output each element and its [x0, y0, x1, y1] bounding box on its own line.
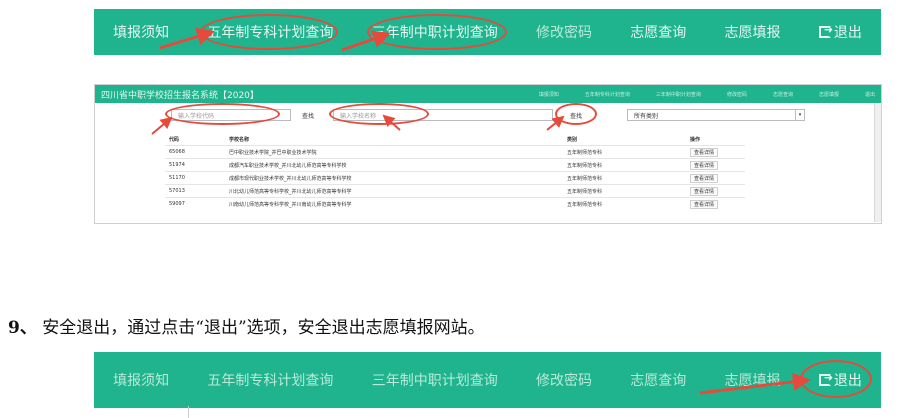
search-code-button[interactable]: 查找 [295, 109, 321, 121]
cell-name: 川北幼儿师范高等专科学校_并川北幼儿师范高等专科学 [225, 184, 563, 198]
panel-title: 四川省中职学校招生报名系统【2020】 [101, 90, 259, 101]
step-description: 安全退出，通过点击“退出”选项，安全退出志愿填报网站。 [42, 318, 485, 338]
nav-item-query[interactable]: 志愿查询 [630, 370, 686, 390]
category-select-value: 所有类别 [634, 112, 659, 120]
category-select[interactable]: 所有类别 ▾ [627, 109, 805, 121]
panel-nav-links: 填报须知 五年制专科计划查询 三年制中职计划查询 修改密码 志愿查询 志愿填报 … [539, 91, 875, 98]
cell-name: 川南幼儿师范高等专科学校_并川南幼儿师范高等专科学 [225, 197, 563, 210]
cell-category: 五年制师范专科 [563, 158, 686, 172]
nav-item-fill[interactable]: 志愿填报 [725, 22, 781, 42]
annotation-ring [800, 360, 872, 398]
view-detail-button[interactable]: 查看详情 [690, 173, 719, 183]
nav-item-three-year-plan[interactable]: 三年制中职计划查询 [372, 370, 498, 390]
cell-category: 五年制师范专科 [563, 184, 686, 198]
step-instruction: 9、 安全退出，通过点击“退出”选项，安全退出志愿填报网站。 [8, 313, 485, 338]
step-number: 9、 [8, 318, 37, 338]
school-table: 代码 学校名称 类别 操作 65068 巴中职业技术学院_并巴中职业技术学院 五… [165, 133, 745, 210]
column-header: 类别 [567, 136, 578, 143]
nav-item-change-password[interactable]: 修改密码 [536, 370, 592, 390]
cell-name: 巴中职业技术学院_并巴中职业技术学院 [225, 145, 563, 159]
column-header: 代码 [169, 136, 180, 143]
cell-code: 57013 [165, 184, 225, 198]
nav-item-logout[interactable]: 退出 [818, 22, 862, 42]
nav-item-five-year-plan[interactable]: 五年制专科计划查询 [207, 370, 333, 390]
annotation-ring [367, 14, 507, 50]
annotation-ring [329, 103, 429, 125]
table-row: 51170 成都市现代职业技术学校_并川北幼儿师范高等专科学校 五年制师范专科 … [165, 171, 745, 185]
cell-category: 五年制师范专科 [563, 145, 686, 159]
view-detail-button[interactable]: 查看详情 [690, 147, 719, 157]
cell-code: 59097 [165, 197, 225, 210]
nav-item-notice[interactable]: 填报须知 [113, 22, 169, 42]
nav-item-logout-label: 退出 [833, 25, 862, 41]
logout-icon [818, 23, 833, 38]
panel-link[interactable]: 五年制专科计划查询 [585, 91, 630, 98]
cell-name: 成都市现代职业技术学校_并川北幼儿师范高等专科学校 [225, 171, 563, 185]
cell-category: 五年制师范专科 [563, 197, 686, 210]
column-header: 操作 [690, 136, 701, 143]
panel-link[interactable]: 志愿查询 [773, 91, 793, 98]
annotation-ring [165, 103, 280, 125]
column-header: 学校名称 [229, 136, 250, 143]
annotation-ring [200, 14, 338, 50]
panel-header: 四川省中职学校招生报名系统【2020】 填报须知 五年制专科计划查询 三年制中职… [95, 85, 881, 103]
cell-code: 65068 [165, 145, 225, 159]
cell-name: 成都汽车职业技术学校_并川北幼儿师范高等专科学校 [225, 158, 563, 172]
table-header-row: 代码 学校名称 类别 操作 [165, 133, 745, 146]
nav-item-notice[interactable]: 填报须知 [113, 370, 169, 390]
table-row: 51974 成都汽车职业技术学校_并川北幼儿师范高等专科学校 五年制师范专科 查… [165, 158, 745, 172]
cell-code: 51170 [165, 171, 225, 185]
table-row: 59097 川南幼儿师范高等专科学校_并川南幼儿师范高等专科学 五年制师范专科 … [165, 197, 745, 210]
nav-item-fill[interactable]: 志愿填报 [725, 370, 781, 390]
panel-scrollbar[interactable] [874, 103, 881, 222]
view-detail-button[interactable]: 查看详情 [690, 160, 719, 170]
view-detail-button[interactable]: 查看详情 [690, 186, 719, 196]
table-row: 57013 川北幼儿师范高等专科学校_并川北幼儿师范高等专科学 五年制师范专科 … [165, 184, 745, 198]
panel-link[interactable]: 填报须知 [539, 91, 559, 98]
nav-item-query[interactable]: 志愿查询 [630, 22, 686, 42]
panel-link[interactable]: 退出 [865, 91, 875, 98]
panel-link[interactable]: 志愿填报 [819, 91, 839, 98]
nav-item-change-password[interactable]: 修改密码 [536, 22, 592, 42]
bottom-nav-bar: 填报须知 五年制专科计划查询 三年制中职计划查询 修改密码 志愿查询 志愿填报 … [94, 352, 881, 408]
view-detail-button[interactable]: 查看详情 [690, 199, 719, 209]
table-row: 65068 巴中职业技术学院_并巴中职业技术学院 五年制师范专科 查看详情 [165, 145, 745, 159]
cell-code: 51974 [165, 158, 225, 172]
cell-category: 五年制师范专科 [563, 171, 686, 185]
text-cursor [188, 406, 189, 418]
chevron-down-icon: ▾ [795, 110, 804, 120]
annotation-ring [555, 103, 597, 125]
panel-link[interactable]: 修改密码 [727, 91, 747, 98]
panel-link[interactable]: 三年制中职计划查询 [656, 91, 701, 98]
